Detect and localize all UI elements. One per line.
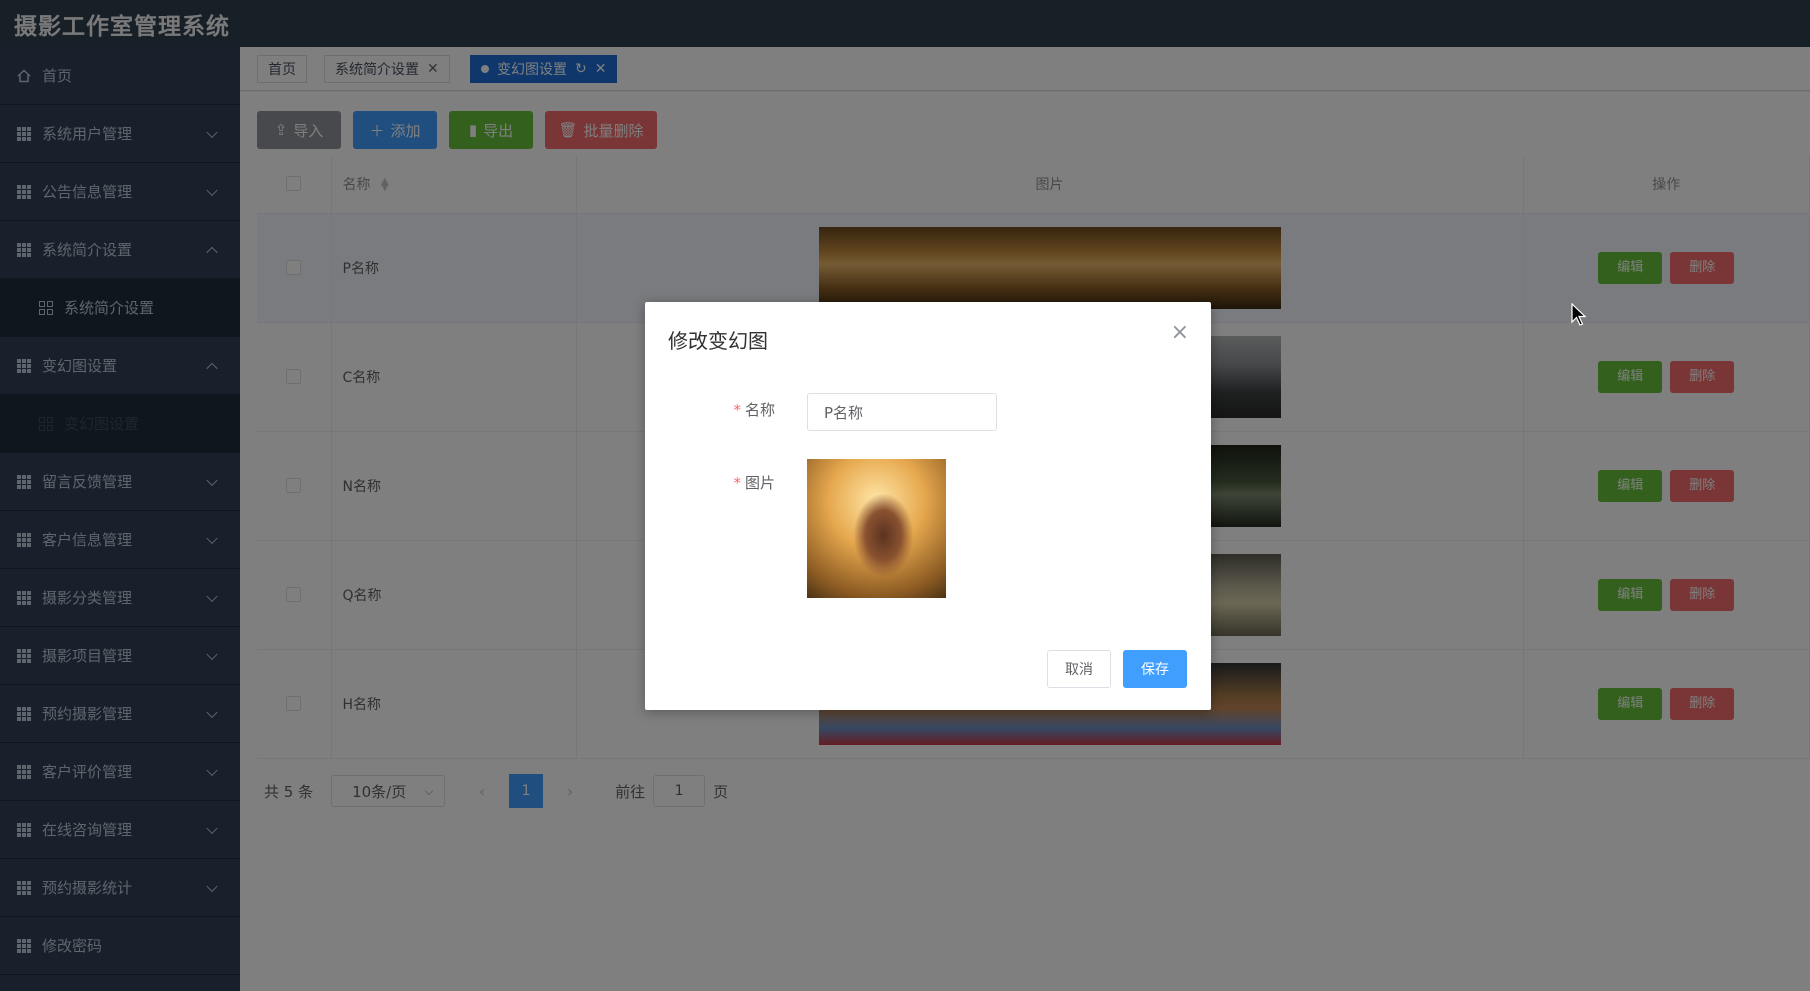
save-button[interactable]: 保存 [1123,650,1187,688]
name-input[interactable]: P名称 [807,393,997,431]
required-asterisk: * [733,474,741,492]
name-label-text: 名称 [744,401,775,419]
image-upload-preview[interactable] [807,459,946,598]
image-field-label: * 图片 [695,472,775,493]
required-asterisk: * [733,401,741,419]
image-label-text: 图片 [744,474,775,492]
name-field-label: * 名称 [695,399,775,420]
cancel-button[interactable]: 取消 [1047,650,1111,688]
close-icon[interactable]: × [1171,320,1189,345]
dialog-title: 修改变幻图 [668,329,768,353]
edit-carousel-dialog: 修改变幻图 × * 名称 P名称 * 图片 取消 保存 [645,302,1211,710]
